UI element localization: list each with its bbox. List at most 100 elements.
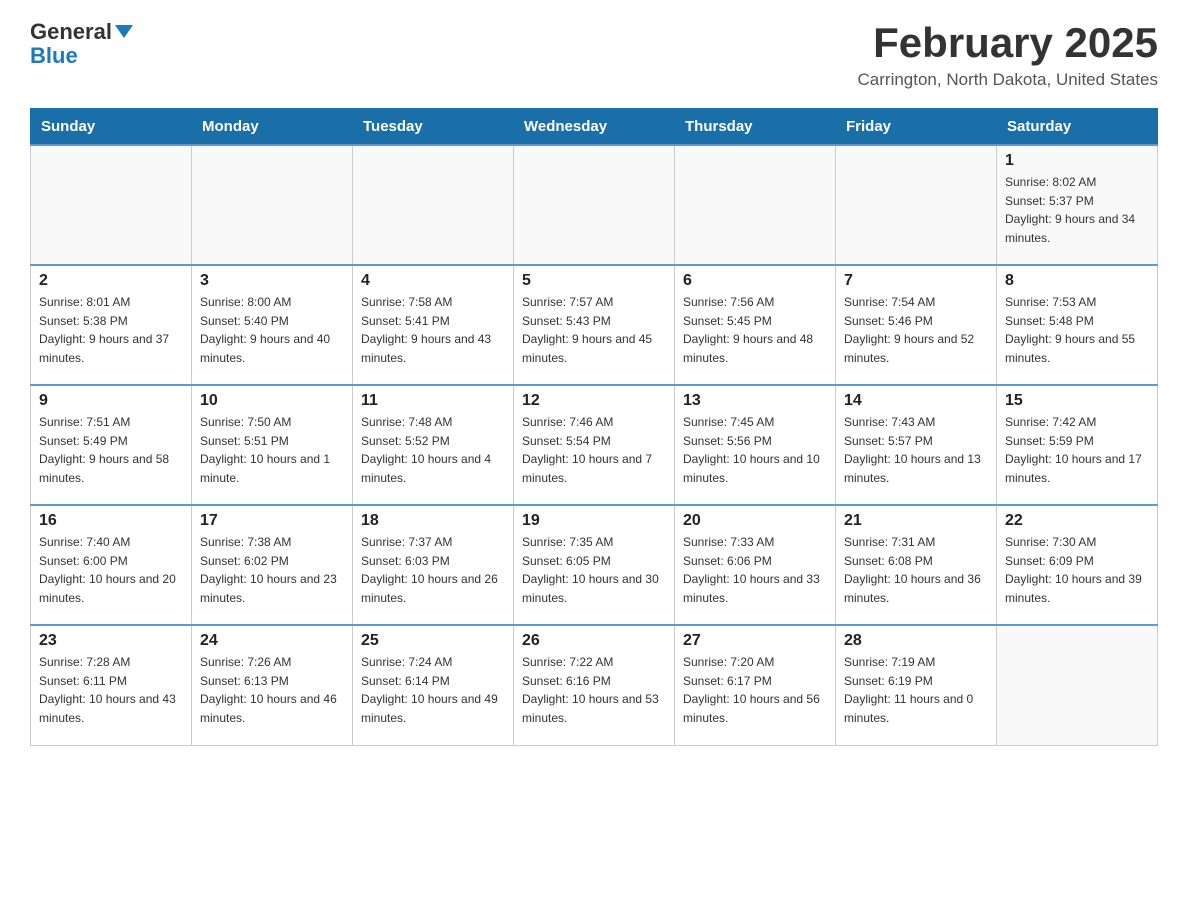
logo-blue-line: Blue (30, 44, 78, 68)
week-row-2: 2 Sunrise: 8:01 AM Sunset: 5:38 PM Daylig… (31, 265, 1158, 385)
day-info: Sunrise: 7:38 AM Sunset: 6:02 PM Dayligh… (200, 533, 344, 607)
day-info: Sunrise: 8:02 AM Sunset: 5:37 PM Dayligh… (1005, 173, 1149, 247)
day-number: 28 (844, 632, 988, 650)
day-number: 12 (522, 392, 666, 410)
day-number: 15 (1005, 392, 1149, 410)
title-block: February 2025 Carrington, North Dakota, … (858, 20, 1158, 90)
calendar-cell: 23 Sunrise: 7:28 AM Sunset: 6:11 PM Dayli… (31, 625, 192, 745)
calendar-cell: 4Sunrise: 7:58 AM Sunset: 5:41 PM Daylig… (353, 265, 514, 385)
day-info: Sunrise: 7:20 AM Sunset: 6:17 PM Dayligh… (683, 653, 827, 727)
day-number: 22 (1005, 512, 1149, 530)
day-number: 21 (844, 512, 988, 530)
day-info: Sunrise: 7:24 AM Sunset: 6:14 PM Dayligh… (361, 653, 505, 727)
header-row: SundayMondayTuesdayWednesdayThursdayFrid… (31, 109, 1158, 146)
calendar-cell: 21 Sunrise: 7:31 AM Sunset: 6:08 PM Dayli… (836, 505, 997, 625)
day-number: 24 (200, 632, 344, 650)
day-number: 27 (683, 632, 827, 650)
day-number: 18 (361, 512, 505, 530)
day-info: Sunrise: 7:58 AM Sunset: 5:41 PM Dayligh… (361, 293, 505, 367)
day-info: Sunrise: 7:57 AM Sunset: 5:43 PM Dayligh… (522, 293, 666, 367)
calendar-cell: 28Sunrise: 7:19 AM Sunset: 6:19 PM Dayli… (836, 625, 997, 745)
day-number: 7 (844, 272, 988, 290)
calendar-cell: 27 Sunrise: 7:20 AM Sunset: 6:17 PM Dayli… (675, 625, 836, 745)
day-number: 13 (683, 392, 827, 410)
day-number: 20 (683, 512, 827, 530)
day-info: Sunrise: 8:01 AM Sunset: 5:38 PM Dayligh… (39, 293, 183, 367)
day-number: 3 (200, 272, 344, 290)
calendar-cell (192, 145, 353, 265)
calendar-cell: 18Sunrise: 7:37 AM Sunset: 6:03 PM Dayli… (353, 505, 514, 625)
day-info: Sunrise: 7:35 AM Sunset: 6:05 PM Dayligh… (522, 533, 666, 607)
day-number: 8 (1005, 272, 1149, 290)
day-number: 19 (522, 512, 666, 530)
calendar-cell: 12 Sunrise: 7:46 AM Sunset: 5:54 PM Dayli… (514, 385, 675, 505)
logo-general-line: General (30, 20, 133, 44)
day-number: 5 (522, 272, 666, 290)
calendar-cell (997, 625, 1158, 745)
day-number: 14 (844, 392, 988, 410)
calendar-cell (836, 145, 997, 265)
calendar-cell: 13Sunrise: 7:45 AM Sunset: 5:56 PM Dayli… (675, 385, 836, 505)
day-number: 11 (361, 392, 505, 410)
day-number: 25 (361, 632, 505, 650)
calendar-cell: 8 Sunrise: 7:53 AM Sunset: 5:48 PM Daylig… (997, 265, 1158, 385)
day-number: 17 (200, 512, 344, 530)
day-info: Sunrise: 7:33 AM Sunset: 6:06 PM Dayligh… (683, 533, 827, 607)
logo: General Blue (30, 20, 133, 68)
header-day-thursday: Thursday (675, 109, 836, 146)
day-number: 9 (39, 392, 183, 410)
day-info: Sunrise: 7:53 AM Sunset: 5:48 PM Dayligh… (1005, 293, 1149, 367)
calendar-cell: 3Sunrise: 8:00 AM Sunset: 5:40 PM Daylig… (192, 265, 353, 385)
calendar-cell: 5 Sunrise: 7:57 AM Sunset: 5:43 PM Daylig… (514, 265, 675, 385)
week-row-4: 16 Sunrise: 7:40 AM Sunset: 6:00 PM Dayli… (31, 505, 1158, 625)
day-info: Sunrise: 7:48 AM Sunset: 5:52 PM Dayligh… (361, 413, 505, 487)
week-row-1: 1 Sunrise: 8:02 AM Sunset: 5:37 PM Daylig… (31, 145, 1158, 265)
header-day-tuesday: Tuesday (353, 109, 514, 146)
day-info: Sunrise: 7:26 AM Sunset: 6:13 PM Dayligh… (200, 653, 344, 727)
day-number: 1 (1005, 152, 1149, 170)
day-info: Sunrise: 7:46 AM Sunset: 5:54 PM Dayligh… (522, 413, 666, 487)
logo-triangle-icon (115, 25, 133, 38)
header-day-friday: Friday (836, 109, 997, 146)
day-info: Sunrise: 7:50 AM Sunset: 5:51 PM Dayligh… (200, 413, 344, 487)
page-header: General Blue February 2025 Carrington, N… (30, 20, 1158, 90)
day-info: Sunrise: 7:54 AM Sunset: 5:46 PM Dayligh… (844, 293, 988, 367)
calendar-cell: 24 Sunrise: 7:26 AM Sunset: 6:13 PM Dayli… (192, 625, 353, 745)
page-title: February 2025 (858, 20, 1158, 66)
calendar-cell (514, 145, 675, 265)
calendar-body: 1 Sunrise: 8:02 AM Sunset: 5:37 PM Daylig… (31, 145, 1158, 745)
calendar-cell: 16 Sunrise: 7:40 AM Sunset: 6:00 PM Dayli… (31, 505, 192, 625)
calendar-header: SundayMondayTuesdayWednesdayThursdayFrid… (31, 109, 1158, 146)
day-info: Sunrise: 7:42 AM Sunset: 5:59 PM Dayligh… (1005, 413, 1149, 487)
calendar-cell: 10 Sunrise: 7:50 AM Sunset: 5:51 PM Dayli… (192, 385, 353, 505)
calendar-cell: 11 Sunrise: 7:48 AM Sunset: 5:52 PM Dayli… (353, 385, 514, 505)
calendar-cell (675, 145, 836, 265)
day-number: 10 (200, 392, 344, 410)
day-info: Sunrise: 7:56 AM Sunset: 5:45 PM Dayligh… (683, 293, 827, 367)
week-row-3: 9 Sunrise: 7:51 AM Sunset: 5:49 PM Daylig… (31, 385, 1158, 505)
day-info: Sunrise: 7:51 AM Sunset: 5:49 PM Dayligh… (39, 413, 183, 487)
header-day-monday: Monday (192, 109, 353, 146)
day-info: Sunrise: 7:30 AM Sunset: 6:09 PM Dayligh… (1005, 533, 1149, 607)
day-number: 6 (683, 272, 827, 290)
calendar-cell: 2 Sunrise: 8:01 AM Sunset: 5:38 PM Daylig… (31, 265, 192, 385)
calendar-cell: 14 Sunrise: 7:43 AM Sunset: 5:57 PM Dayli… (836, 385, 997, 505)
calendar-cell: 15 Sunrise: 7:42 AM Sunset: 5:59 PM Dayli… (997, 385, 1158, 505)
calendar-cell: 25 Sunrise: 7:24 AM Sunset: 6:14 PM Dayli… (353, 625, 514, 745)
day-number: 2 (39, 272, 183, 290)
day-info: Sunrise: 7:40 AM Sunset: 6:00 PM Dayligh… (39, 533, 183, 607)
calendar-table: SundayMondayTuesdayWednesdayThursdayFrid… (30, 108, 1158, 746)
header-day-wednesday: Wednesday (514, 109, 675, 146)
day-number: 16 (39, 512, 183, 530)
week-row-5: 23 Sunrise: 7:28 AM Sunset: 6:11 PM Dayli… (31, 625, 1158, 745)
page-subtitle: Carrington, North Dakota, United States (858, 70, 1158, 90)
calendar-cell: 19 Sunrise: 7:35 AM Sunset: 6:05 PM Dayli… (514, 505, 675, 625)
calendar-cell: 7 Sunrise: 7:54 AM Sunset: 5:46 PM Daylig… (836, 265, 997, 385)
calendar-cell: 22 Sunrise: 7:30 AM Sunset: 6:09 PM Dayli… (997, 505, 1158, 625)
day-info: Sunrise: 7:28 AM Sunset: 6:11 PM Dayligh… (39, 653, 183, 727)
day-info: Sunrise: 7:22 AM Sunset: 6:16 PM Dayligh… (522, 653, 666, 727)
day-number: 23 (39, 632, 183, 650)
day-info: Sunrise: 7:43 AM Sunset: 5:57 PM Dayligh… (844, 413, 988, 487)
day-info: Sunrise: 7:31 AM Sunset: 6:08 PM Dayligh… (844, 533, 988, 607)
calendar-cell: 6 Sunrise: 7:56 AM Sunset: 5:45 PM Daylig… (675, 265, 836, 385)
